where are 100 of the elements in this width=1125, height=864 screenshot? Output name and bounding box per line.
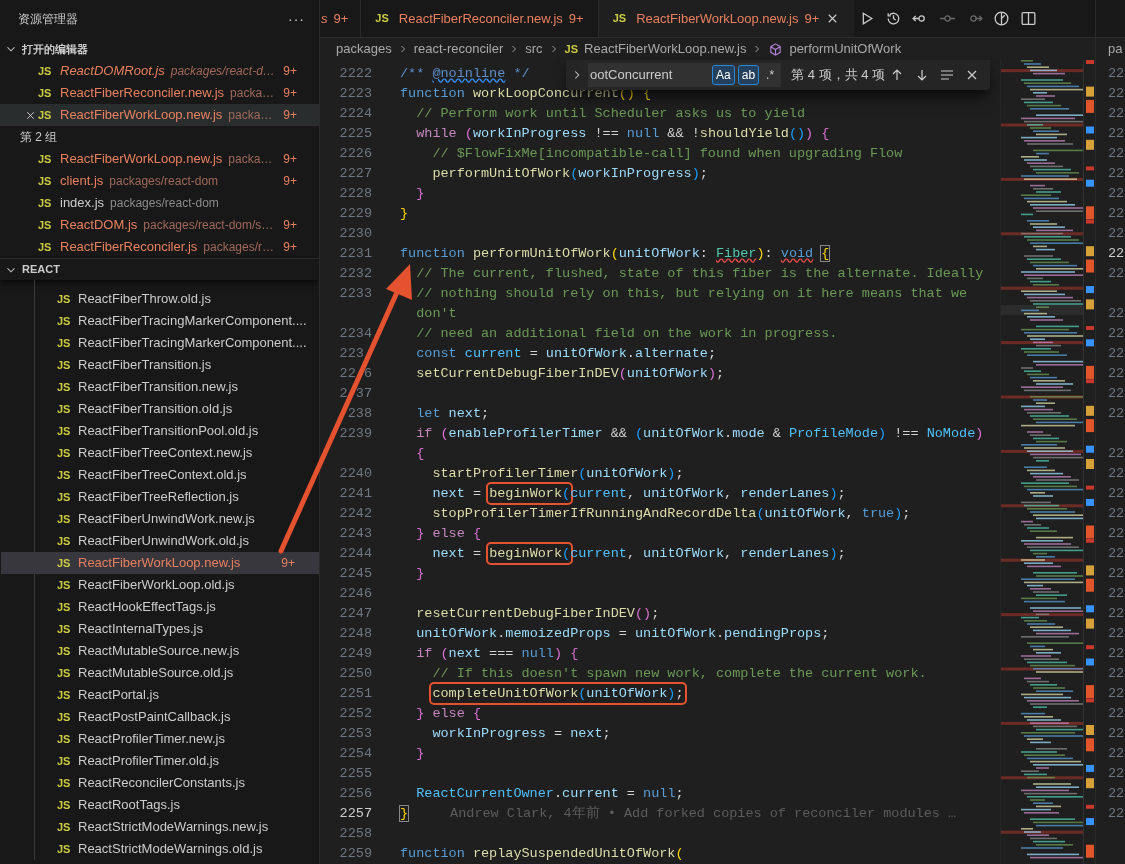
section-header[interactable]: REACT bbox=[0, 258, 319, 280]
file-tree-item[interactable]: JS ReactFiberTransition.js bbox=[1, 354, 319, 376]
line-number: 223 bbox=[338, 345, 365, 363]
file-tree-item[interactable]: JS ReactInternalTypes.js bbox=[1, 618, 319, 640]
file-tree-item[interactable]: JS ReactStrictModeWarnings.new.js bbox=[1, 816, 319, 838]
code-line: } bbox=[400, 805, 409, 823]
open-editor-item[interactable]: JS ReactFiberReconciler.js packages/r… 9+ bbox=[0, 236, 319, 258]
more-button[interactable]: ··· bbox=[288, 8, 305, 30]
code-line: stopProfilerTimerIfRunningAndRecordDelta(unitOfWork, true); bbox=[431, 505, 911, 523]
file-tree-item[interactable]: JS ReactFiberTreeContext.new.js bbox=[1, 442, 319, 464]
file-tree-item[interactable]: JS ReactProfilerTimer.new.js bbox=[1, 728, 319, 750]
find-in-selection-icon[interactable] bbox=[939, 67, 955, 83]
file-name: ReactProfilerTimer.old.js bbox=[78, 752, 220, 771]
minimap[interactable] bbox=[1000, 60, 1083, 864]
js-file-icon: JS bbox=[57, 598, 78, 616]
file-name: ReactMutableSource.new.js bbox=[78, 642, 240, 661]
search-option-toggle[interactable]: Aa bbox=[712, 65, 735, 85]
file-name: ReactFiberWorkLoop.new.js bbox=[60, 106, 223, 125]
code-line: const current = unitOfWork.alternate; bbox=[415, 345, 716, 363]
line-number: 22 bbox=[1108, 605, 1125, 623]
js-file-icon: JS bbox=[57, 796, 78, 814]
file-path: packages/react-dom bbox=[109, 173, 219, 190]
code-line: while (workInProgress !== null && !shouldYield()) { bbox=[415, 125, 830, 143]
file-tree-item[interactable]: JS ReactFiberTreeReflection.js bbox=[1, 486, 319, 508]
breadcrumb-item[interactable]: pa bbox=[1096, 38, 1125, 60]
file-tree-item[interactable]: JS ReactHookEffectTags.js bbox=[1, 596, 319, 618]
editor-tab[interactable]: JS ReactFiberWorkLoop.new.js 9+ bbox=[598, 0, 855, 37]
js-file-icon: JS bbox=[57, 686, 78, 704]
file-tree-item[interactable]: JS ReactFiberTransition.old.js bbox=[1, 398, 319, 420]
code-line: if (enableProfilerTimer && (unitOfWork.mode & ProfileMode) !== NoMode) bbox=[415, 425, 984, 443]
file-tree-item[interactable]: JS ReactStrictModeWarnings.old.js bbox=[1, 838, 319, 860]
code-line: unitOfWork.memoizedProps = unitOfWork.pendingProps; bbox=[415, 625, 830, 643]
open-editor-item[interactable]: JS ReactDOMRoot.js packages/react-d… 9+ bbox=[0, 60, 319, 82]
search-option-toggle[interactable]: ab bbox=[737, 65, 760, 85]
code-line: // The current, flushed, state of this fiber is the alternate. Ideally bbox=[415, 265, 984, 283]
editor-tab[interactable]: s 9+ bbox=[320, 0, 362, 37]
open-editor-item[interactable]: JS ReactFiberWorkLoop.new.js packa… 9+ bbox=[0, 104, 319, 126]
file-tree-item[interactable]: JS ReactFiberTracingMarkerComponent.... bbox=[1, 310, 319, 332]
file-tree-item[interactable]: JS ReactPortal.js bbox=[1, 684, 319, 706]
timeline-icon[interactable] bbox=[993, 10, 1011, 27]
line-number: 22 bbox=[1108, 145, 1125, 163]
open-editor-item[interactable]: JS ReactDOM.js packages/react-dom/s… 9+ bbox=[0, 214, 319, 236]
line-number: 2253 bbox=[338, 725, 372, 743]
file-name: ReactFiberUnwindWork.new.js bbox=[78, 510, 255, 529]
file-tree-item[interactable]: JS ReactFiberTransitionPool.old.js bbox=[1, 420, 319, 442]
line-number: 2241 bbox=[338, 485, 372, 503]
search-field[interactable]: ootConcurrent Aa ab .* bbox=[588, 63, 782, 87]
file-tree-item[interactable]: JS ReactFiberTransition.new.js bbox=[1, 376, 319, 398]
line-number: 2257 bbox=[338, 805, 372, 823]
file-tree-item[interactable]: JS ReactFiberWorkLoop.new.js 9+ bbox=[1, 552, 319, 574]
file-tree-item[interactable]: JS ReactFiberWorkLoop.old.js bbox=[1, 574, 319, 596]
js-file-icon: JS bbox=[38, 194, 60, 212]
js-file-icon: JS bbox=[57, 730, 78, 748]
open-editor-item[interactable]: JS ReactFiberReconciler.new.js packa… 9+ bbox=[0, 82, 319, 104]
file-tree-item[interactable]: JS ReactFiberUnwindWork.new.js bbox=[1, 508, 319, 530]
file-tree-item[interactable]: JS ReactReconcilerConstants.js bbox=[1, 772, 319, 794]
file-name: ReactReconcilerConstants.js bbox=[78, 774, 245, 793]
problem-count: 9+ bbox=[283, 107, 297, 124]
line-number: 2248 bbox=[338, 625, 372, 643]
problem-count: 9+ bbox=[283, 173, 297, 190]
line-number: 22 bbox=[1108, 725, 1125, 743]
blame-annotation: Andrew Clark, 4年前 • Add forked copies of reconciler modules … bbox=[450, 804, 957, 823]
js-file-icon: JS bbox=[57, 356, 78, 374]
code-line: let next; bbox=[415, 405, 490, 423]
code-line: } bbox=[400, 205, 409, 223]
file-path: packages/r… bbox=[203, 239, 274, 256]
line-number: 22 bbox=[1108, 505, 1125, 523]
file-tree-item[interactable]: JS ReactProfilerTimer.old.js bbox=[1, 750, 319, 772]
line-number: 22 bbox=[1108, 785, 1125, 803]
file-tree-item[interactable]: JS ReactFiberUnwindWork.old.js bbox=[1, 530, 319, 552]
breadcrumb-item[interactable]: JS ReactFiberWorkLoop.new.js bbox=[564, 39, 747, 59]
js-file-icon: JS bbox=[57, 752, 78, 770]
js-file-icon: JS bbox=[57, 400, 78, 418]
file-tree-item[interactable]: JS ReactPostPaintCallback.js bbox=[1, 706, 319, 728]
code-line: performUnitOfWork(workInProgress); bbox=[431, 165, 708, 183]
js-file-icon: JS bbox=[38, 84, 60, 102]
open-editor-item[interactable]: JS client.js packages/react-dom 9+ bbox=[0, 170, 319, 192]
file-tree-item[interactable]: JS ReactRootTags.js bbox=[1, 794, 319, 816]
code-line: don't bbox=[415, 305, 457, 323]
search-option-toggle[interactable]: .* bbox=[762, 65, 779, 85]
code-line: /** @noinline */ bbox=[400, 65, 530, 83]
section-header[interactable]: 打开的编辑器 bbox=[0, 38, 319, 60]
open-editor-item[interactable]: JS index.js packages/react-dom bbox=[0, 192, 319, 214]
file-tree-item[interactable]: JS ReactFiberThrow.old.js bbox=[1, 288, 319, 310]
file-tree-item[interactable]: JS ReactMutableSource.new.js bbox=[1, 640, 319, 662]
split-editor-icon[interactable] bbox=[1020, 10, 1038, 27]
line-number: 2231 bbox=[338, 245, 372, 263]
breadcrumb-item[interactable]: src bbox=[525, 39, 543, 59]
breadcrumb-item[interactable]: react-reconciler bbox=[413, 39, 504, 59]
file-name: ReactProfilerTimer.new.js bbox=[78, 730, 225, 749]
line-number: 2239 bbox=[338, 425, 372, 443]
js-file-icon: JS bbox=[57, 466, 78, 484]
file-tree-item[interactable]: JS ReactFiberTracingMarkerComponent.... bbox=[1, 332, 319, 354]
breadcrumb-item[interactable]: performUnitOfWork bbox=[768, 39, 902, 59]
line-number: 2252 bbox=[338, 705, 372, 723]
file-tree-item[interactable]: JS ReactFiberTreeContext.old.js bbox=[1, 464, 319, 486]
file-tree-item[interactable]: JS ReactMutableSource.old.js bbox=[1, 662, 319, 684]
open-editor-item[interactable]: JS ReactFiberWorkLoop.new.js packa… 9+ bbox=[0, 148, 319, 170]
code-line: function replaySuspendedUnitOfWork( bbox=[400, 845, 684, 863]
breadcrumb-item[interactable]: packages bbox=[336, 39, 392, 59]
